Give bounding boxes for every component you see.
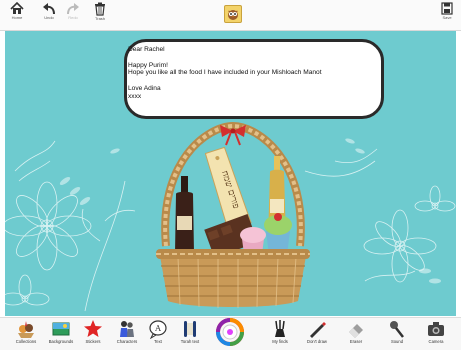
characters-icon xyxy=(120,321,134,337)
top-toolbar: Home Undo Redo Trash Save xyxy=(0,0,461,31)
eraser-icon xyxy=(349,324,363,338)
undo-button[interactable]: Undo xyxy=(36,2,62,20)
bottom-toolbar: Collections Backgrounds Stickers Charact… xyxy=(0,317,461,350)
svg-text:A: A xyxy=(154,324,161,333)
characters-label: Characters xyxy=(116,339,138,344)
collections-icon xyxy=(18,321,34,338)
star-icon xyxy=(84,320,102,337)
backgrounds-label: Backgrounds xyxy=(48,339,74,344)
redo-button[interactable]: Redo xyxy=(60,2,86,20)
trash-label: Trash xyxy=(94,16,106,21)
home-button[interactable]: Home xyxy=(4,2,30,20)
color-picker-button[interactable] xyxy=(214,318,246,346)
backgrounds-icon xyxy=(52,322,70,336)
undo-label: Undo xyxy=(44,15,54,20)
eraser-button[interactable]: Eraser xyxy=(340,319,372,344)
sound-label: Sound xyxy=(390,339,404,344)
greeting-text: Dear Rachel xyxy=(128,46,165,53)
color-wheel-icon xyxy=(216,318,244,346)
line2-text: Hope you like all the food I have includ… xyxy=(128,69,322,77)
sound-button[interactable]: Sound xyxy=(381,319,413,344)
eraser-label: Eraser xyxy=(349,339,363,344)
home-label: Home xyxy=(11,15,23,20)
save-icon xyxy=(441,2,453,15)
microphone-icon xyxy=(390,321,404,338)
torah-text-button[interactable]: Torah text xyxy=(174,319,206,344)
wine-bottle xyxy=(175,176,194,253)
camera-label: Camera xyxy=(428,339,444,344)
kisses-text: xxxx xyxy=(128,92,142,100)
owl-icon xyxy=(228,10,238,20)
undo-icon xyxy=(43,3,55,15)
camera-icon xyxy=(428,322,444,336)
characters-button[interactable]: Characters xyxy=(111,319,143,344)
pen-label: Don't draw xyxy=(307,339,327,344)
message-text[interactable]: Dear Rachel Happy Purim! Hope you like a… xyxy=(128,46,376,101)
text-label: Text xyxy=(154,339,162,344)
stickers-button[interactable]: Stickers xyxy=(77,319,109,344)
basket-illustration[interactable]: פורים שמח xyxy=(148,121,318,311)
backgrounds-button[interactable]: Backgrounds xyxy=(45,319,77,344)
trash-button[interactable]: Trash xyxy=(87,2,113,21)
save-label: Save xyxy=(442,15,452,20)
my-finds-button[interactable]: My finds xyxy=(264,319,296,344)
collections-label: Collections xyxy=(15,339,37,344)
camera-button[interactable]: Camera xyxy=(420,319,452,344)
my-finds-label: My finds xyxy=(272,339,288,344)
home-icon xyxy=(10,2,24,14)
pen-icon xyxy=(310,322,326,338)
owl-mascot-button[interactable] xyxy=(224,5,242,23)
trash-icon xyxy=(95,2,105,16)
text-icon: A xyxy=(149,320,167,339)
text-button[interactable]: A Text xyxy=(142,319,174,344)
closing-text: Love Adina xyxy=(128,84,161,92)
redo-icon xyxy=(67,3,79,15)
save-button[interactable]: Save xyxy=(434,2,460,20)
collections-button[interactable]: Collections xyxy=(10,319,42,344)
torah-text-icon xyxy=(184,321,196,337)
line1-text: Happy Purim! xyxy=(128,61,168,69)
pen-button[interactable]: Don't draw xyxy=(301,319,333,344)
redo-label: Redo xyxy=(68,15,78,20)
stickers-label: Stickers xyxy=(85,339,101,344)
my-finds-icon xyxy=(275,320,285,337)
torah-text-label: Torah text xyxy=(180,339,200,344)
